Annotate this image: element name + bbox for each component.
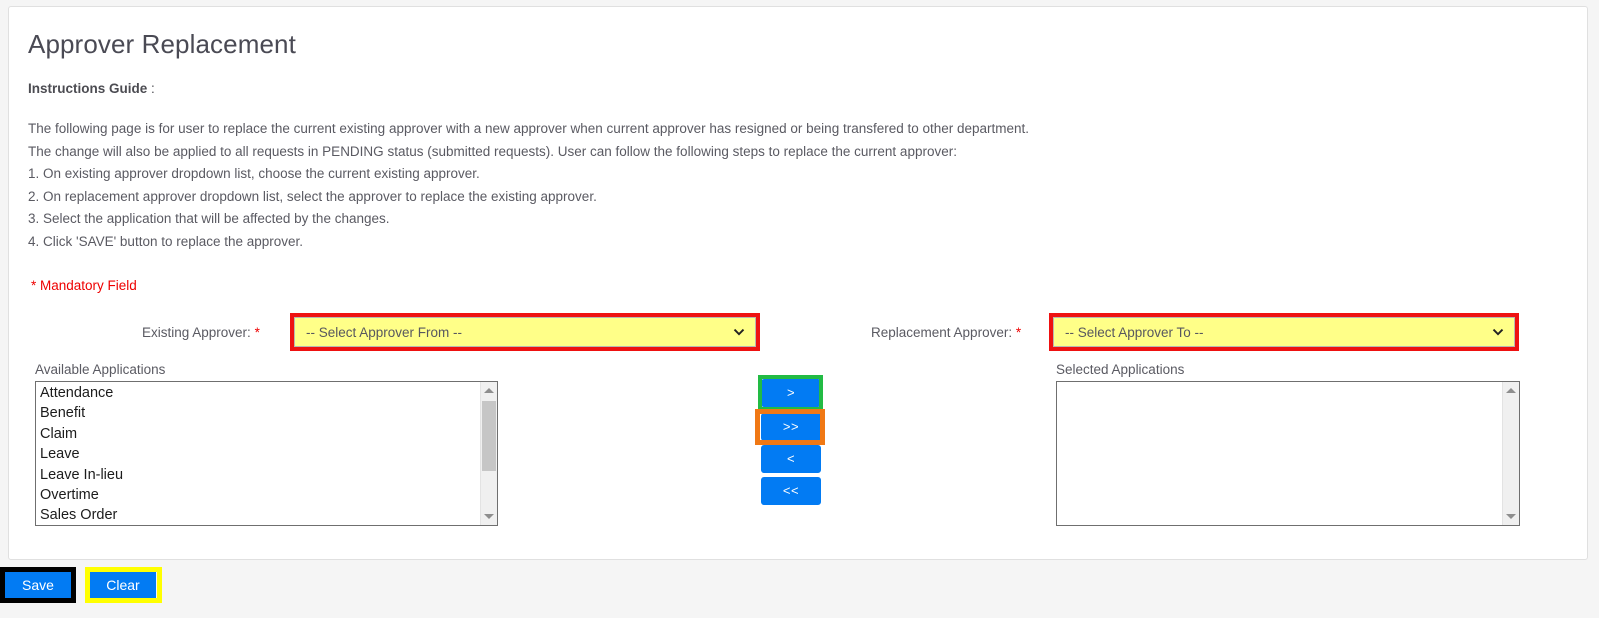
- instruction-line: 2. On replacement approver dropdown list…: [28, 188, 597, 204]
- scroll-up-arrow-icon[interactable]: [1503, 382, 1519, 399]
- list-item[interactable]: Attendance: [39, 383, 480, 403]
- available-applications-label: Available Applications: [35, 362, 166, 377]
- replacement-approver-required-mark: *: [1015, 325, 1022, 340]
- move-all-left-button[interactable]: <<: [761, 477, 821, 505]
- replacement-approver-select[interactable]: -- Select Approver To --: [1053, 317, 1515, 347]
- list-item[interactable]: Sales Order: [39, 505, 480, 525]
- replacement-approver-highlight-box: -- Select Approver To --: [1049, 313, 1519, 351]
- scroll-up-arrow-icon[interactable]: [481, 382, 497, 399]
- mandatory-field-note: * Mandatory Field: [31, 278, 137, 293]
- footer-bar: [0, 561, 1599, 618]
- list-item[interactable]: Leave In-lieu: [39, 465, 480, 485]
- selected-applications-listbox[interactable]: [1056, 381, 1520, 526]
- instruction-line: The change will also be applied to all r…: [28, 143, 957, 159]
- replacement-approver-label: Replacement Approver: *: [871, 325, 1021, 340]
- move-left-button[interactable]: <: [761, 445, 821, 473]
- instructions-guide-heading-text: Instructions Guide: [28, 81, 148, 96]
- existing-approver-highlight-box: -- Select Approver From --: [290, 313, 760, 351]
- save-button[interactable]: Save: [5, 572, 71, 598]
- instruction-line: 4. Click 'SAVE' button to replace the ap…: [28, 233, 304, 249]
- instruction-line: The following page is for user to replac…: [28, 121, 1030, 136]
- instruction-line: 1. On existing approver dropdown list, c…: [28, 166, 480, 181]
- move-right-button[interactable]: >: [761, 379, 821, 407]
- instructions-guide-heading: Instructions Guide :: [28, 81, 155, 96]
- instruction-line: 3. Select the application that will be a…: [28, 211, 390, 226]
- chevron-down-icon: [733, 326, 745, 338]
- existing-approver-label-text: Existing Approver:: [142, 325, 251, 340]
- available-applications-scrollbar[interactable]: [480, 382, 497, 525]
- page-title: Approver Replacement: [28, 29, 296, 59]
- list-item[interactable]: Claim: [39, 424, 480, 444]
- list-item[interactable]: Overtime: [39, 485, 480, 505]
- replacement-approver-selected-value: -- Select Approver To --: [1065, 324, 1204, 340]
- page-card: Approver Replacement Instructions Guide …: [8, 6, 1588, 560]
- available-applications-items[interactable]: Attendance Benefit Claim Leave Leave In-lieu…: [36, 382, 480, 525]
- selected-applications-label: Selected Applications: [1056, 362, 1185, 377]
- selected-applications-items[interactable]: [1057, 382, 1502, 525]
- existing-approver-selected-value: -- Select Approver From --: [306, 324, 463, 340]
- existing-approver-select[interactable]: -- Select Approver From --: [294, 317, 756, 347]
- move-all-right-button[interactable]: >>: [761, 413, 821, 441]
- scroll-down-arrow-icon[interactable]: [1503, 508, 1519, 525]
- chevron-down-icon: [1492, 326, 1504, 338]
- selected-applications-scrollbar[interactable]: [1502, 382, 1519, 525]
- list-item[interactable]: Leave: [39, 444, 480, 464]
- existing-approver-required-mark: *: [254, 325, 260, 340]
- clear-button[interactable]: Clear: [90, 572, 156, 598]
- list-item[interactable]: Benefit: [39, 403, 480, 423]
- scrollbar-thumb[interactable]: [482, 401, 496, 471]
- available-applications-listbox[interactable]: Attendance Benefit Claim Leave Leave In-lieu…: [35, 381, 498, 526]
- scroll-down-arrow-icon[interactable]: [481, 508, 497, 525]
- instructions-guide-heading-colon: :: [147, 81, 155, 96]
- instructions-list: The following page is for user to replac…: [28, 118, 1029, 253]
- replacement-approver-label-text: Replacement Approver:: [871, 325, 1013, 340]
- existing-approver-label: Existing Approver: *: [142, 325, 260, 340]
